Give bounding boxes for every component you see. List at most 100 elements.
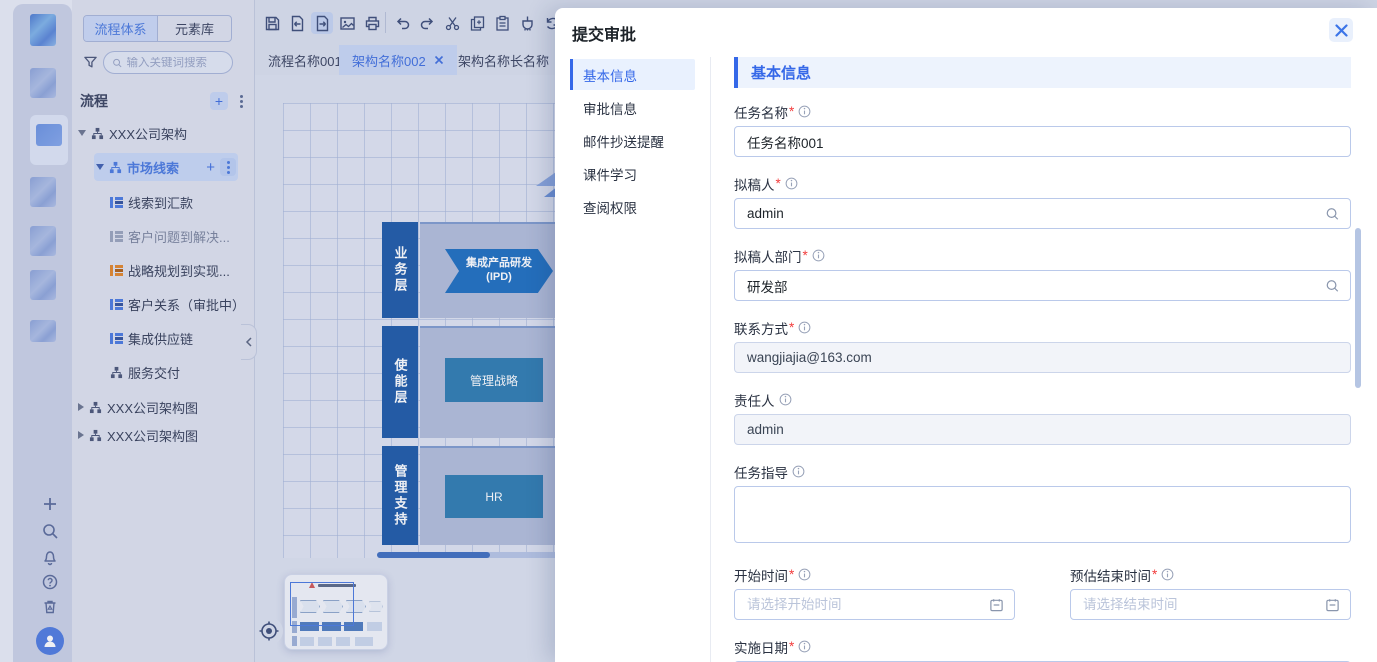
image-export-icon[interactable] bbox=[336, 12, 358, 34]
diagram-shape-ipd[interactable]: 集成产品研发 (IPD) bbox=[445, 249, 553, 293]
tree-node-strategy-to-execution[interactable]: 战略规划到实现... bbox=[110, 256, 230, 284]
drafter-input[interactable] bbox=[734, 198, 1351, 229]
info-icon bbox=[798, 568, 811, 581]
layer-label-mgmt-support[interactable]: 管理支持 bbox=[382, 446, 418, 545]
search-icon[interactable] bbox=[41, 522, 59, 540]
layer-label-enabling[interactable]: 使能层 bbox=[382, 326, 418, 438]
nav-view-permission[interactable]: 查阅权限 bbox=[570, 191, 695, 222]
drafter-dept-input[interactable] bbox=[734, 270, 1351, 301]
copy-icon[interactable] bbox=[466, 12, 488, 34]
paste-icon[interactable] bbox=[491, 12, 513, 34]
nav-basic-info[interactable]: 基本信息 bbox=[570, 59, 695, 90]
minimap[interactable] bbox=[284, 574, 388, 650]
chevron-down-icon[interactable] bbox=[96, 164, 104, 170]
rail-nav-item[interactable] bbox=[30, 68, 56, 98]
info-icon bbox=[785, 177, 798, 190]
minimap-viewport[interactable] bbox=[290, 582, 354, 626]
info-icon bbox=[798, 105, 811, 118]
trash-icon[interactable] bbox=[41, 598, 59, 616]
org-node-icon bbox=[89, 401, 102, 414]
tree-node-issue-to-resolution[interactable]: 客户问题到解决... bbox=[110, 222, 230, 250]
search-icon[interactable] bbox=[1325, 206, 1340, 221]
org-node-icon bbox=[110, 366, 123, 379]
nav-courseware[interactable]: 课件学习 bbox=[570, 158, 695, 189]
tree-node-service-delivery[interactable]: 服务交付 bbox=[110, 358, 180, 386]
tree-section-header: 流程 + bbox=[80, 90, 248, 112]
tree-node-company-arch-diagram[interactable]: XXX公司架构图 bbox=[78, 421, 198, 449]
canvas-tab-active[interactable]: 架构名称002 bbox=[339, 45, 457, 75]
diagram-shape-strategy[interactable]: 管理战略 bbox=[445, 358, 543, 402]
contact-input bbox=[734, 342, 1351, 373]
tree-node-company-arch-diagram[interactable]: XXX公司架构图 bbox=[78, 393, 198, 421]
nav-approval-info[interactable]: 审批信息 bbox=[570, 92, 695, 123]
app-logo bbox=[30, 14, 56, 46]
drawer-nav: 基本信息 审批信息 邮件抄送提醒 课件学习 查阅权限 bbox=[555, 58, 710, 224]
kebab-icon[interactable] bbox=[220, 158, 236, 176]
tree-node-leads-to-cash[interactable]: 线索到汇款 bbox=[110, 188, 193, 216]
print-icon[interactable] bbox=[361, 12, 383, 34]
tree-table-icon-blue bbox=[110, 332, 123, 345]
tree-node-customer-relation[interactable]: 客户关系（审批中） bbox=[110, 290, 245, 318]
panel-tabs: 流程体系 元素库 bbox=[83, 15, 232, 42]
import-icon[interactable] bbox=[286, 12, 308, 34]
crosshair-icon[interactable] bbox=[255, 617, 283, 645]
field-owner: 责任人 bbox=[734, 392, 1351, 445]
user-avatar-icon[interactable] bbox=[36, 627, 64, 655]
canvas-tab[interactable]: 架构名称长名称 bbox=[445, 45, 562, 75]
task-name-input[interactable] bbox=[734, 126, 1351, 157]
tree-node-supply-chain[interactable]: 集成供应链 bbox=[110, 324, 193, 352]
nav-email-cc[interactable]: 邮件抄送提醒 bbox=[570, 125, 695, 156]
end-time-input[interactable] bbox=[1070, 589, 1351, 620]
format-brush-icon[interactable] bbox=[516, 12, 538, 34]
funnel-icon[interactable] bbox=[83, 55, 98, 70]
help-icon[interactable] bbox=[41, 573, 59, 591]
tree-table-icon-blue bbox=[110, 298, 123, 311]
undo-icon[interactable] bbox=[391, 12, 413, 34]
guidance-textarea[interactable] bbox=[734, 486, 1351, 543]
field-drafter: 拟稿人* bbox=[734, 176, 1351, 229]
chevron-right-icon[interactable] bbox=[78, 403, 84, 411]
plus-icon[interactable] bbox=[41, 495, 59, 513]
redo-icon[interactable] bbox=[416, 12, 438, 34]
kebab-icon[interactable] bbox=[234, 92, 248, 110]
tab-element-library[interactable]: 元素库 bbox=[158, 16, 231, 41]
org-node-icon bbox=[91, 127, 104, 140]
bell-icon[interactable] bbox=[41, 548, 59, 566]
field-guidance: 任务指导 bbox=[734, 464, 1351, 548]
tab-process-system[interactable]: 流程体系 bbox=[84, 16, 158, 41]
start-time-input[interactable] bbox=[734, 589, 1015, 620]
chevron-right-icon[interactable] bbox=[78, 431, 84, 439]
scrollbar-thumb[interactable] bbox=[377, 552, 490, 558]
drawer-title: 提交审批 bbox=[572, 21, 636, 45]
tree-search-input[interactable] bbox=[126, 57, 224, 69]
tree-node-market-leads[interactable]: 市场线索 + bbox=[94, 153, 238, 181]
cut-icon[interactable] bbox=[441, 12, 463, 34]
search-icon[interactable] bbox=[1325, 278, 1340, 293]
chevron-left-icon bbox=[245, 337, 253, 347]
panel-collapse-handle[interactable] bbox=[241, 324, 257, 360]
tree-search bbox=[103, 51, 233, 74]
plus-icon[interactable]: + bbox=[206, 159, 215, 176]
rail-nav-item[interactable] bbox=[30, 226, 56, 256]
field-start-time: 开始时间* bbox=[734, 567, 1015, 620]
rail-nav-item[interactable] bbox=[30, 177, 56, 207]
calendar-icon[interactable] bbox=[1325, 597, 1340, 612]
export-icon[interactable] bbox=[311, 12, 333, 34]
scrollbar-thumb[interactable] bbox=[1355, 228, 1361, 388]
diagram-shape-hr[interactable]: HR bbox=[445, 475, 543, 518]
rail-nav-item[interactable] bbox=[30, 270, 56, 300]
chevron-down-icon[interactable] bbox=[78, 130, 86, 136]
close-tab-icon[interactable] bbox=[434, 55, 444, 65]
info-icon bbox=[812, 249, 825, 262]
tree-node-company-arch[interactable]: XXX公司架构 bbox=[78, 119, 187, 147]
diagram-flag-shape bbox=[536, 172, 556, 186]
plus-icon[interactable]: + bbox=[210, 92, 228, 110]
field-drafter-dept: 拟稿人部门* bbox=[734, 248, 1351, 301]
rail-nav-item[interactable] bbox=[30, 320, 56, 342]
close-icon[interactable] bbox=[1329, 18, 1353, 42]
save-icon[interactable] bbox=[261, 12, 283, 34]
field-end-time: 预估结束时间* bbox=[1070, 567, 1351, 620]
section-header: 基本信息 bbox=[734, 57, 1351, 88]
calendar-icon[interactable] bbox=[989, 597, 1004, 612]
layer-label-business[interactable]: 业务层 bbox=[382, 222, 418, 318]
